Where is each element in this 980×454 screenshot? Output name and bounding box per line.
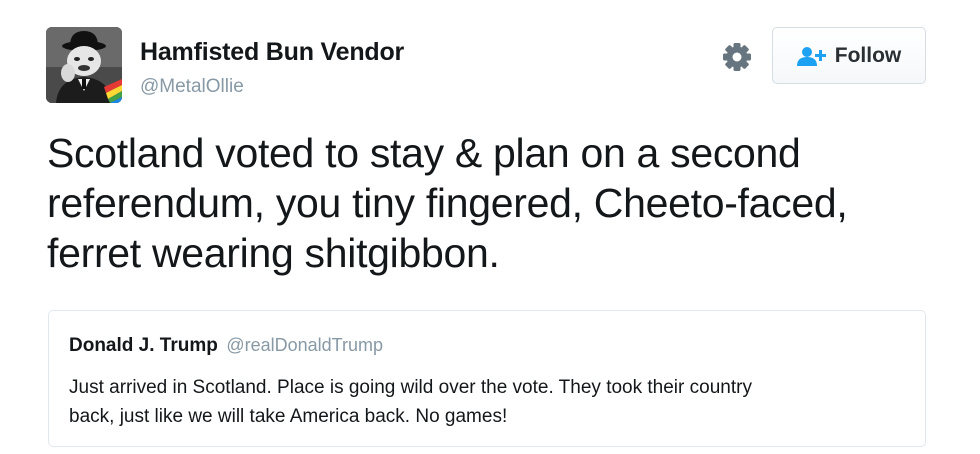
tweet-text-line: referendum, you tiny fingered, Cheeto-fa…	[47, 180, 848, 226]
tweet-card: Hamfisted Bun Vendor @MetalOllie Follow …	[0, 0, 980, 454]
quoted-tweet-text: Just arrived in Scotland. Place is going…	[69, 373, 899, 431]
add-user-icon	[796, 46, 826, 66]
follow-button[interactable]: Follow	[772, 27, 926, 84]
author-avatar[interactable]	[46, 27, 122, 103]
avatar-image	[46, 27, 122, 103]
tweet-text: Scotland voted to stay & plan on a secon…	[47, 128, 927, 278]
quoted-author-name: Donald J. Trump	[69, 335, 218, 356]
gear-icon[interactable]	[720, 40, 754, 74]
tweet-text-line: Scotland voted to stay & plan on a secon…	[47, 130, 801, 176]
quoted-text-line: back, just like we will take America bac…	[69, 406, 508, 427]
quoted-tweet-header: Donald J. Trump @realDonaldTrump	[69, 335, 383, 357]
quoted-text-line: Just arrived in Scotland. Place is going…	[69, 377, 752, 398]
follow-button-label: Follow	[834, 43, 902, 67]
quoted-tweet[interactable]: Donald J. Trump @realDonaldTrump Just ar…	[48, 310, 926, 447]
author-display-name[interactable]: Hamfisted Bun Vendor	[140, 38, 404, 67]
quoted-author-handle: @realDonaldTrump	[226, 335, 383, 355]
tweet-text-line: ferret wearing shitgibbon.	[47, 230, 500, 276]
author-handle[interactable]: @MetalOllie	[140, 76, 244, 98]
